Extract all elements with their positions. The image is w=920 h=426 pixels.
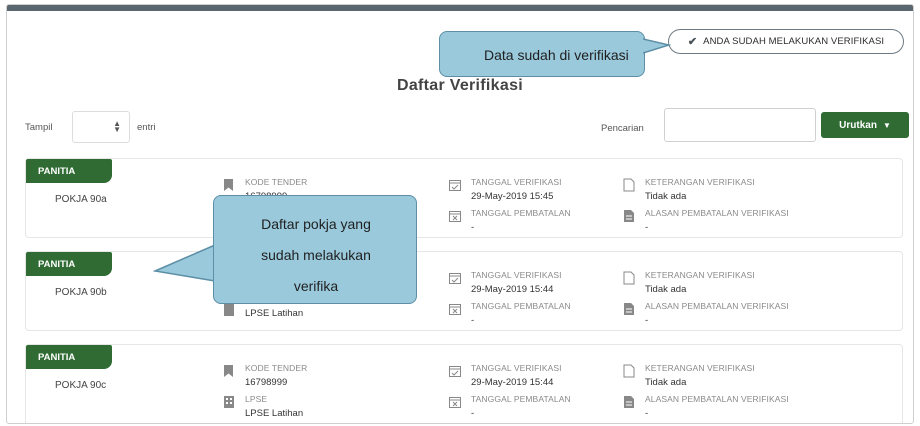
callout-pokja-list: Daftar pokja yang sudah melakukan verifi… (213, 195, 417, 304)
alasan-value: - (645, 222, 649, 233)
document-icon (623, 271, 635, 285)
tanggal-pembatalan-label: TANGGAL PEMBATALAN (471, 301, 571, 311)
kode-tender-label: KODE TENDER (245, 363, 308, 373)
tanggal-verifikasi-label: TANGGAL VERIFIKASI (471, 363, 562, 373)
kode-tender-label: KODE TENDER (245, 177, 308, 187)
document-icon (623, 364, 635, 378)
callout-verified: Data sudah di verifikasi (439, 31, 645, 77)
callout-line-1: Daftar pokja yang (261, 216, 371, 232)
tanggal-verifikasi-value: 29-May-2019 15:45 (471, 191, 554, 202)
bookmark-icon (224, 365, 233, 377)
tanggal-pembatalan-value: - (471, 315, 475, 326)
select-arrows-icon: ▲ ▼ (113, 119, 121, 134)
show-label: Tampil (25, 122, 53, 133)
tanggal-verifikasi-label: TANGGAL VERIFIKASI (471, 177, 562, 187)
callout-pointer-icon (153, 244, 216, 282)
pokja-name: POKJA 90c (55, 380, 107, 391)
role-badge: PANITIA (26, 159, 112, 183)
caret-down-icon: ▼ (882, 120, 891, 130)
building-icon (224, 304, 234, 316)
check-icon: ✔ (687, 36, 698, 48)
tanggal-pembatalan-label: TANGGAL PEMBATALAN (471, 208, 571, 218)
tanggal-pembatalan-label: TANGGAL PEMBATALAN (471, 394, 571, 404)
bookmark-icon (224, 179, 233, 191)
role-badge: PANITIA (26, 345, 112, 369)
callout-pointer-icon (643, 38, 671, 54)
lpse-label: LPSE (245, 394, 268, 404)
kode-tender-value: 16798999 (245, 377, 288, 388)
sort-button[interactable]: Urutkan ▼ (821, 112, 909, 138)
lpse-value: LPSE Latihan (245, 408, 304, 419)
verification-page: ✔ ANDA SUDAH MELAKUKAN VERIFIKASI Daftar… (6, 4, 914, 424)
search-label: Pencarian (601, 123, 644, 134)
pokja-name: POKJA 90a (55, 194, 107, 205)
calendar-check-icon (449, 366, 461, 377)
building-icon (224, 396, 234, 408)
keterangan-value: Tidak ada (645, 284, 687, 295)
document-icon (623, 178, 635, 192)
entries-select[interactable]: ▲ ▼ (72, 111, 130, 143)
keterangan-label: KETERANGAN VERIFIKASI (645, 270, 755, 280)
keterangan-value: Tidak ada (645, 191, 687, 202)
pokja-name: POKJA 90b (55, 287, 107, 298)
keterangan-label: KETERANGAN VERIFIKASI (645, 177, 755, 187)
calendar-x-icon (449, 397, 461, 408)
verification-card: PANITIA POKJA 90a KODE TENDER 16798999 T… (25, 158, 903, 238)
tanggal-verifikasi-value: 29-May-2019 15:44 (471, 377, 554, 388)
tanggal-pembatalan-value: - (471, 408, 475, 419)
lpse-value: LPSE Latihan (245, 308, 304, 319)
callout-verified-text: Data sudah di verifikasi (484, 47, 629, 63)
keterangan-label: KETERANGAN VERIFIKASI (645, 363, 755, 373)
calendar-check-icon (449, 273, 461, 284)
callout-line-3: verifika (293, 278, 339, 294)
verification-status-badge: ✔ ANDA SUDAH MELAKUKAN VERIFIKASI (668, 29, 904, 54)
verification-status-text: ANDA SUDAH MELAKUKAN VERIFIKASI (703, 36, 885, 47)
document-text-icon (624, 396, 634, 408)
document-text-icon (624, 303, 634, 315)
alasan-label: ALASAN PEMBATALAN VERIFIKASI (645, 394, 789, 404)
callout-line-2: sudah melakukan (261, 247, 371, 263)
verification-card: PANITIA POKJA 90c KODE TENDER 16798999 L… (25, 344, 903, 423)
document-text-icon (624, 210, 634, 222)
sort-button-label: Urutkan (839, 119, 877, 131)
calendar-x-icon (449, 304, 461, 315)
alasan-label: ALASAN PEMBATALAN VERIFIKASI (645, 208, 789, 218)
search-input[interactable] (664, 108, 816, 142)
tanggal-verifikasi-value: 29-May-2019 15:44 (471, 284, 554, 295)
tanggal-verifikasi-label: TANGGAL VERIFIKASI (471, 270, 562, 280)
calendar-check-icon (449, 180, 461, 191)
alasan-label: ALASAN PEMBATALAN VERIFIKASI (645, 301, 789, 311)
calendar-x-icon (449, 211, 461, 222)
page-title: Daftar Verifikasi (396, 77, 524, 94)
alasan-value: - (645, 408, 649, 419)
role-badge: PANITIA (26, 252, 112, 276)
alasan-value: - (645, 315, 649, 326)
top-bar (7, 5, 913, 11)
keterangan-value: Tidak ada (645, 377, 687, 388)
entries-label: entri (137, 122, 156, 133)
tanggal-pembatalan-value: - (471, 222, 475, 233)
